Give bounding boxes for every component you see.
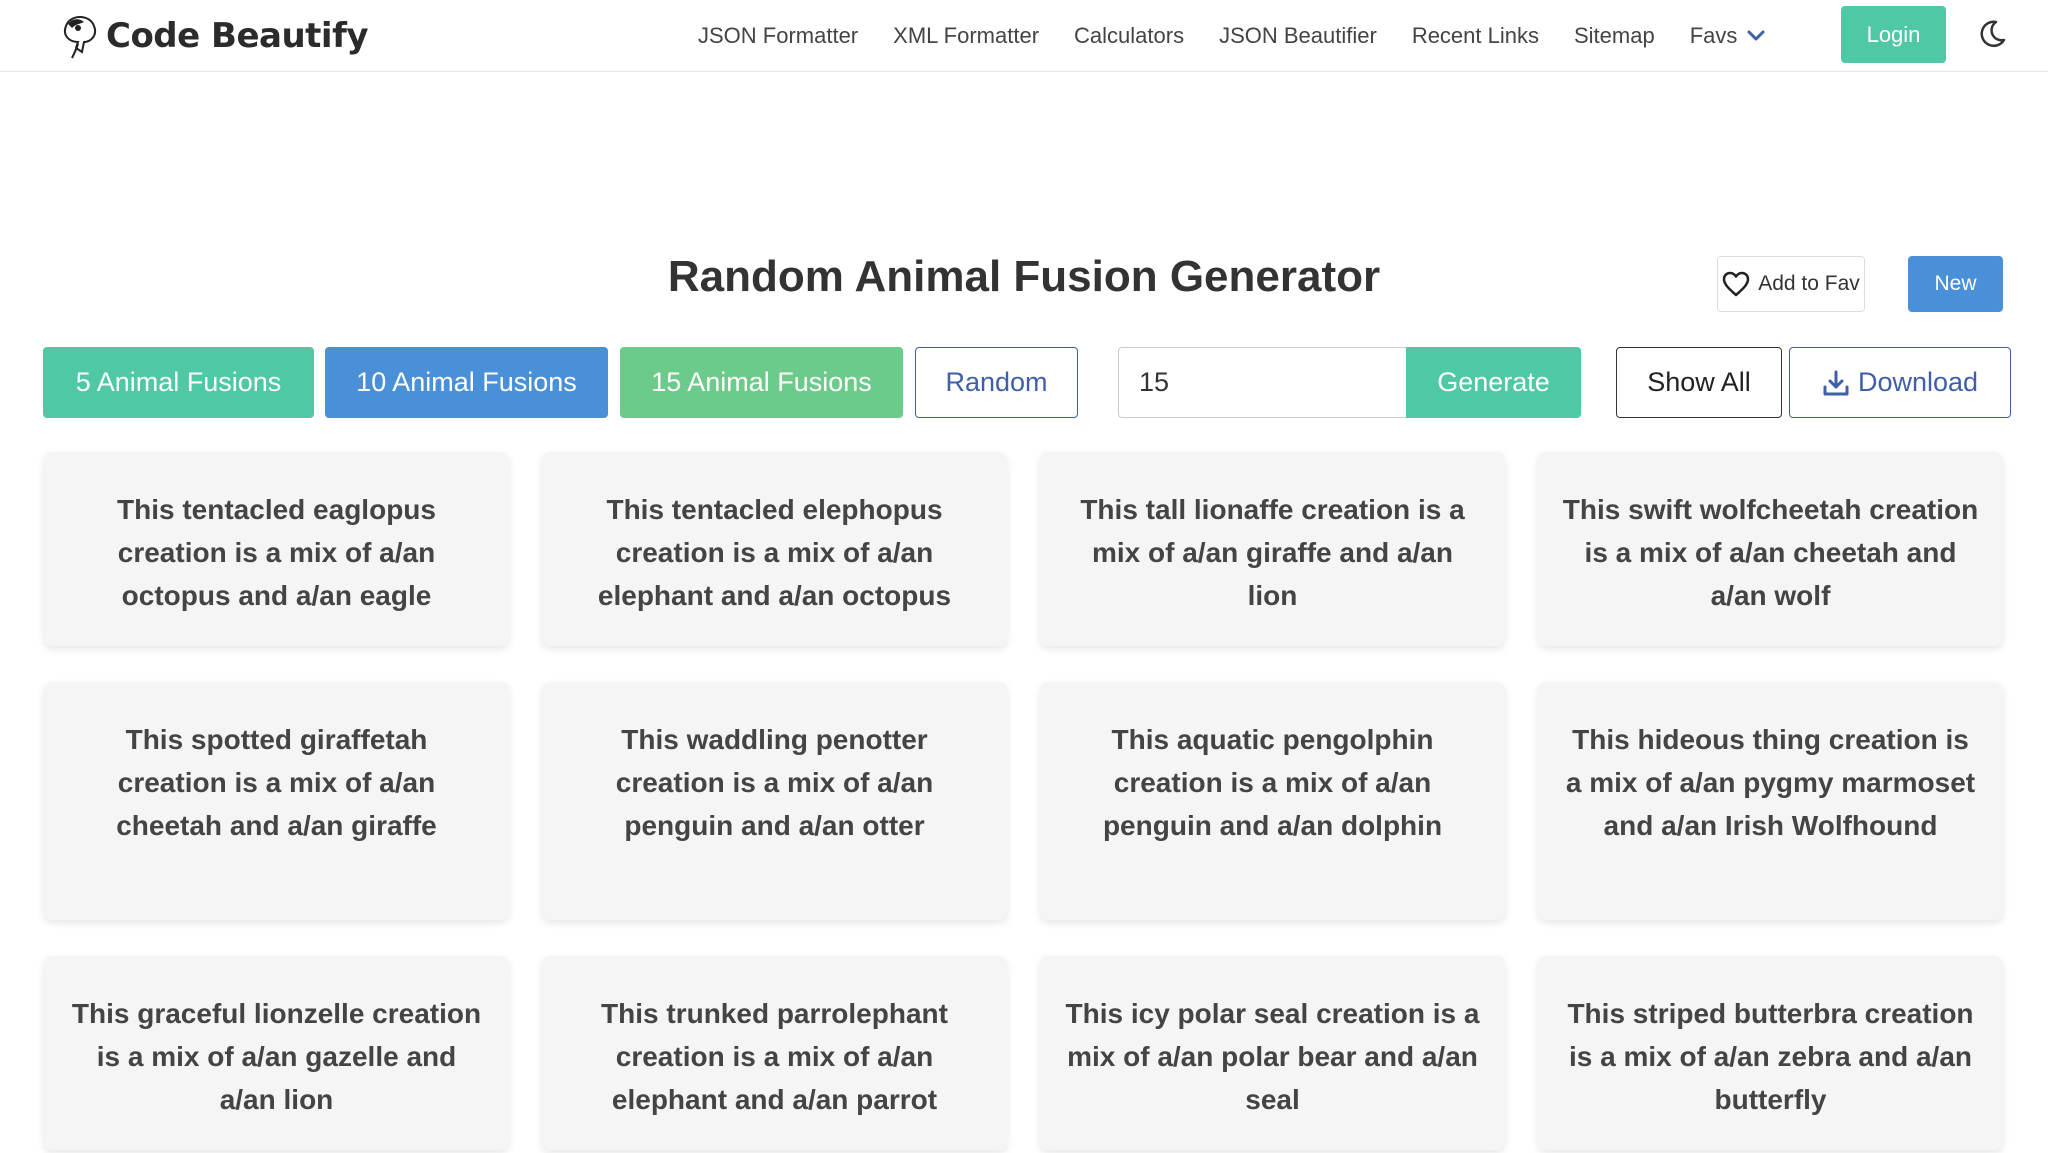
login-button[interactable]: Login: [1841, 6, 1946, 63]
result-card: This graceful lionzelle creation is a mi…: [44, 956, 509, 1150]
new-button[interactable]: New: [1908, 256, 2003, 312]
nav-link-json-formatter[interactable]: JSON Formatter: [698, 23, 858, 49]
result-card: This tall lionaffe creation is a mix of …: [1040, 452, 1505, 646]
brand-logo-icon: [64, 16, 96, 59]
result-card: This tentacled elephopus creation is a m…: [542, 452, 1007, 646]
random-button[interactable]: Random: [915, 347, 1078, 418]
chevron-down-icon: [1747, 30, 1765, 41]
result-card: This icy polar seal creation is a mix of…: [1040, 956, 1505, 1150]
favs-label: Favs: [1689, 23, 1738, 48]
five-fusions-button[interactable]: 5 Animal Fusions: [43, 347, 314, 418]
brand-name: Code Beautify: [106, 16, 369, 56]
result-card: This aquatic pengolphin creation is a mi…: [1040, 682, 1505, 920]
moon-icon[interactable]: [1976, 18, 2008, 50]
result-card: This trunked parrolephant creation is a …: [542, 956, 1007, 1150]
generate-button[interactable]: Generate: [1406, 347, 1581, 418]
show-all-button[interactable]: Show All: [1616, 347, 1782, 418]
add-to-fav-button[interactable]: Add to Fav: [1717, 256, 1865, 312]
download-button[interactable]: Download: [1789, 347, 2011, 418]
nav-link-calculators[interactable]: Calculators: [1074, 23, 1184, 49]
ten-fusions-button[interactable]: 10 Animal Fusions: [325, 347, 608, 418]
result-card: This tentacled eaglopus creation is a mi…: [44, 452, 509, 646]
fifteen-fusions-button[interactable]: 15 Animal Fusions: [620, 347, 903, 418]
add-to-fav-label: Add to Fav: [1758, 272, 1860, 295]
result-card: This swift wolfcheetah creation is a mix…: [1538, 452, 2003, 646]
download-icon: [1823, 370, 1849, 395]
nav-links: JSON Formatter XML Formatter Calculators…: [698, 0, 1765, 72]
top-navbar: Code Beautify JSON Formatter XML Formatt…: [0, 0, 2048, 72]
result-card: This spotted giraffetah creation is a mi…: [44, 682, 509, 920]
nav-link-sitemap[interactable]: Sitemap: [1574, 23, 1655, 49]
brand-link[interactable]: Code Beautify: [56, 10, 369, 62]
nav-link-recent-links[interactable]: Recent Links: [1412, 23, 1539, 49]
heart-icon: [1722, 271, 1750, 297]
result-card: This striped butterbra creation is a mix…: [1538, 956, 2003, 1150]
count-input[interactable]: [1118, 347, 1408, 418]
favs-dropdown[interactable]: Favs: [1690, 23, 1766, 49]
result-card: This waddling penotter creation is a mix…: [542, 682, 1007, 920]
nav-link-json-beautifier[interactable]: JSON Beautifier: [1219, 23, 1377, 49]
download-label: Download: [1857, 367, 1979, 397]
result-card: This hideous thing creation is a mix of …: [1538, 682, 2003, 920]
nav-link-xml-formatter[interactable]: XML Formatter: [893, 23, 1039, 49]
